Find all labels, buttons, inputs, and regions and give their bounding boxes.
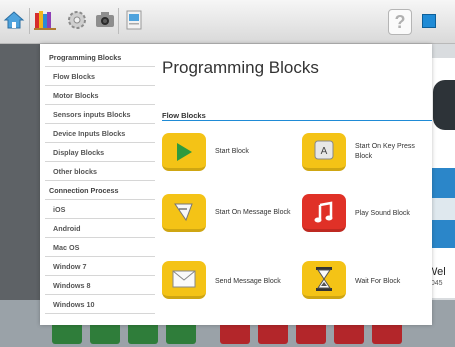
toolbar-separator xyxy=(29,8,30,34)
key-icon: A xyxy=(314,140,334,160)
sidebar-section-programming-blocks[interactable]: Programming Blocks xyxy=(45,48,155,67)
home-icon[interactable] xyxy=(3,9,25,31)
camera-icon[interactable] xyxy=(94,9,116,31)
svg-text:A: A xyxy=(321,146,328,157)
page-title: Programming Blocks xyxy=(162,58,319,77)
section-divider xyxy=(162,120,432,121)
sidebar-item-device-inputs-blocks[interactable]: Device Inputs Blocks xyxy=(45,124,155,143)
display-toggle-icon[interactable] xyxy=(422,14,436,28)
help-panel: Programming Blocks Flow Blocks Motor Blo… xyxy=(40,44,432,325)
hourglass-icon xyxy=(316,267,332,291)
sidebar-nav: Programming Blocks Flow Blocks Motor Blo… xyxy=(45,48,155,314)
sidebar-item-mac-os[interactable]: Mac OS xyxy=(45,238,155,257)
block-label: Wait For Block xyxy=(355,278,401,285)
block-label: Start On Key Press Block xyxy=(355,143,415,160)
start-on-key-press-block-tile[interactable]: A xyxy=(302,133,346,171)
sidebar-item-motor-blocks[interactable]: Motor Blocks xyxy=(45,86,155,105)
gear-icon[interactable] xyxy=(66,9,88,31)
top-toolbar: ? xyxy=(0,0,455,44)
toolbar-separator xyxy=(118,8,119,34)
sidebar-section-connection-process[interactable]: Connection Process xyxy=(45,181,155,200)
sidebar-item-windows-10[interactable]: Windows 10 xyxy=(45,295,155,314)
sidebar-item-display-blocks[interactable]: Display Blocks xyxy=(45,143,155,162)
section-heading: Flow Blocks xyxy=(162,111,206,120)
page-icon[interactable] xyxy=(123,9,145,31)
start-on-message-block-tile[interactable] xyxy=(162,194,206,232)
start-block-tile[interactable] xyxy=(162,133,206,171)
music-note-icon xyxy=(314,201,333,223)
help-button[interactable]: ? xyxy=(388,9,412,35)
preview-dark-shape xyxy=(433,80,455,130)
block-label: Start Block xyxy=(215,148,249,155)
sidebar-item-android[interactable]: Android xyxy=(45,219,155,238)
message-flag-icon xyxy=(174,203,193,222)
block-label: Start On Message Block xyxy=(215,209,291,216)
sidebar-item-windows-8[interactable]: Windows 8 xyxy=(45,276,155,295)
sidebar-item-flow-blocks[interactable]: Flow Blocks xyxy=(45,67,155,86)
play-sound-block-tile[interactable] xyxy=(302,194,346,232)
wait-for-block-tile[interactable] xyxy=(302,261,346,299)
sidebar-item-window-7[interactable]: Window 7 xyxy=(45,257,155,276)
envelope-icon xyxy=(172,270,196,288)
sidebar-item-ios[interactable]: iOS xyxy=(45,200,155,219)
sidebar-item-other-blocks[interactable]: Other blocks xyxy=(45,162,155,181)
play-icon xyxy=(177,143,192,161)
books-icon[interactable] xyxy=(33,9,56,31)
send-message-block-tile[interactable] xyxy=(162,261,206,299)
workspace-side-panel xyxy=(0,44,40,304)
block-label: Send Message Block xyxy=(215,278,281,285)
sidebar-item-sensors-inputs-blocks[interactable]: Sensors inputs Blocks xyxy=(45,105,155,124)
block-label: Play Sound Block xyxy=(355,210,410,217)
